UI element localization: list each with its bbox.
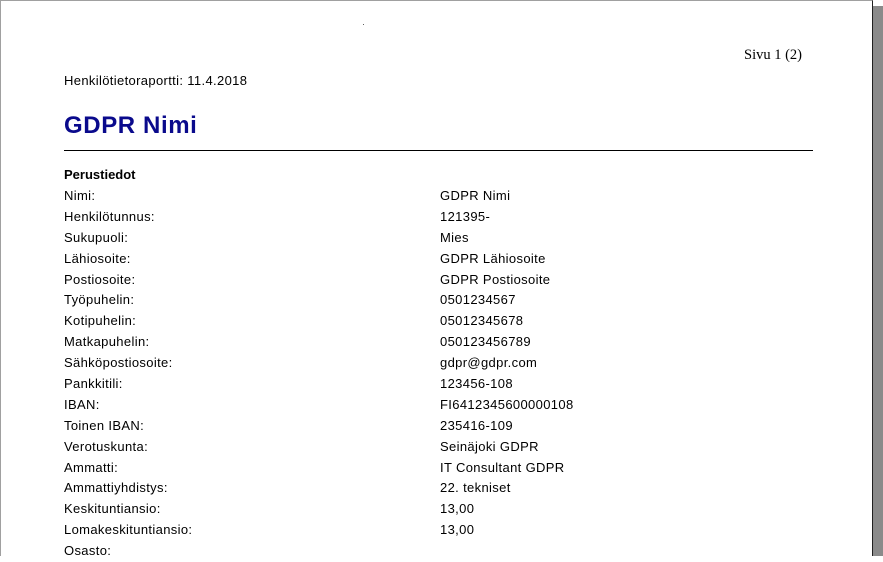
field-row: Verotuskunta: Seinäjoki GDPR — [64, 437, 824, 458]
field-value: gdpr@gdpr.com — [440, 355, 538, 371]
field-label: Kotipuhelin: — [64, 313, 137, 329]
field-label: Työpuhelin: — [64, 292, 135, 308]
field-label: Nimi: — [64, 188, 96, 203]
field-label: Pankkitili: — [64, 376, 123, 392]
field-value: IT Consultant GDPR — [440, 459, 565, 475]
field-row: Lomakeskituntiansio: 13,00 — [64, 520, 824, 541]
field-value: GDPR Postiosoite — [440, 271, 551, 287]
basic-info-field-list: Nimi: GDPR Nimi Henkilötunnus: 121395- Sukup… — [64, 186, 824, 562]
field-value: 121395- — [440, 208, 491, 224]
section-title-basic-info: Perustiedot — [64, 167, 136, 182]
field-row: Nimi: GDPR Nimi — [64, 186, 824, 207]
field-row: Postiosoite: GDPR Postiosoite — [64, 270, 824, 291]
field-label: Lähiosoite: — [64, 250, 131, 266]
field-row: Pankkitili: 123456-108 — [64, 374, 824, 395]
field-value: Mies — [440, 229, 469, 245]
field-value: 05012345678 — [440, 313, 524, 329]
field-value: 13,00 — [440, 501, 475, 517]
field-value: GDPR Nimi — [440, 188, 511, 203]
report-page: Sivu 1 (2) Henkilötietoraportti: 11.4.20… — [0, 0, 873, 558]
field-row: IBAN: FI6412345600000108 — [64, 395, 824, 416]
field-value: GDPR Lähiosoite — [440, 250, 546, 266]
field-value: 123456-108 — [440, 376, 513, 392]
field-value: FI6412345600000108 — [440, 396, 574, 412]
page-number: Sivu 1 (2) — [744, 47, 802, 63]
field-value: 235416-109 — [440, 417, 513, 433]
field-label: Keskituntiansio: — [64, 501, 161, 517]
field-value: 050123456789 — [440, 334, 531, 350]
print-marker-dot — [363, 24, 364, 25]
field-row: Ammattiyhdistys: 22. tekniset — [64, 478, 824, 499]
field-row: Sukupuoli: Mies — [64, 228, 824, 249]
heading-divider — [64, 150, 813, 151]
field-row: Toinen IBAN: 235416-109 — [64, 416, 824, 437]
field-label: Lomakeskituntiansio: — [64, 522, 193, 538]
field-label: Ammatti: — [64, 459, 119, 475]
field-row: Osasto: — [64, 541, 824, 562]
field-label: Matkapuhelin: — [64, 334, 150, 350]
page-shadow — [873, 6, 883, 556]
field-label: Ammattiyhdistys: — [64, 480, 168, 496]
field-label: Sähköpostiosoite: — [64, 355, 173, 371]
field-row: Keskituntiansio: 13,00 — [64, 499, 824, 520]
field-row: Matkapuhelin: 050123456789 — [64, 332, 824, 353]
field-row: Sähköpostiosoite: gdpr@gdpr.com — [64, 353, 824, 374]
field-row: Henkilötunnus: 121395- — [64, 207, 824, 228]
field-label: Verotuskunta: — [64, 438, 149, 454]
field-value: 22. tekniset — [440, 480, 511, 496]
field-label: Sukupuoli: — [64, 229, 129, 245]
person-name-heading: GDPR Nimi — [64, 112, 198, 139]
field-label: Osasto: — [64, 543, 112, 559]
field-label: Postiosoite: — [64, 271, 136, 287]
field-label: Toinen IBAN: — [64, 417, 145, 433]
field-row: Kotipuhelin: 05012345678 — [64, 311, 824, 332]
field-row: Ammatti: IT Consultant GDPR — [64, 458, 824, 479]
field-value: Seinäjoki GDPR — [440, 438, 539, 454]
field-row: Lähiosoite: GDPR Lähiosoite — [64, 249, 824, 270]
field-value: 0501234567 — [440, 292, 516, 308]
field-label: Henkilötunnus: — [64, 208, 155, 224]
field-row: Työpuhelin: 0501234567 — [64, 290, 824, 311]
report-title: Henkilötietoraportti: 11.4.2018 — [64, 73, 248, 88]
field-label: IBAN: — [64, 396, 100, 412]
field-value: 13,00 — [440, 522, 475, 538]
